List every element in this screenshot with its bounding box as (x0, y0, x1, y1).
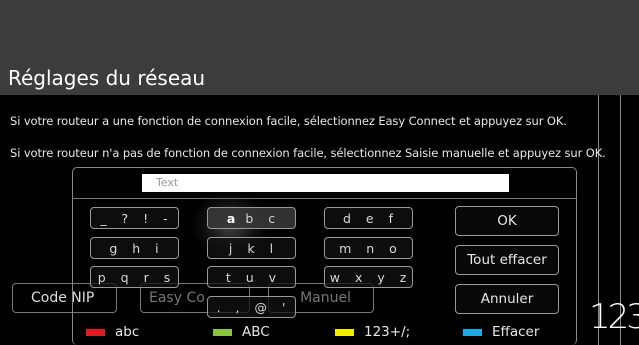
key-abc[interactable]: a b c (207, 207, 296, 229)
text-input[interactable]: Text (142, 174, 509, 192)
key-wxyz[interactable]: w x y z (324, 266, 413, 288)
legend-label: abc (115, 324, 140, 340)
divider (72, 198, 577, 199)
corner-number: 123 (589, 297, 639, 337)
legend-label: ABC (242, 324, 270, 340)
legend-blue: Effacer (463, 324, 539, 340)
key-ghi[interactable]: g h i (90, 237, 179, 259)
key-mno[interactable]: m n o (324, 237, 413, 259)
key-symbols[interactable]: _ ? ! - (90, 207, 179, 229)
ok-button[interactable]: OK (455, 206, 559, 236)
key-def[interactable]: d e f (324, 207, 413, 229)
cancel-button[interactable]: Annuler (455, 284, 559, 314)
page-title: Réglages du réseau (8, 66, 206, 90)
legend-label: Effacer (492, 324, 540, 340)
key-jkl[interactable]: j k l (207, 237, 296, 259)
legend-green: ABC (213, 324, 270, 340)
clear-all-button[interactable]: Tout effacer (455, 245, 559, 275)
selected-letter: a (226, 210, 237, 226)
instruction-text: Si votre routeur a une fonction de conne… (10, 114, 567, 128)
legend-label: 123+/; (364, 324, 411, 340)
legend-yellow: 123+/; (335, 324, 410, 340)
yellow-key-icon (335, 328, 354, 336)
blue-key-icon (463, 328, 482, 336)
green-key-icon (213, 328, 232, 336)
key-label: b c (245, 210, 277, 226)
key-punctuation[interactable]: . , @ ' (207, 296, 296, 318)
key-pqrs[interactable]: p q r s (90, 266, 179, 288)
red-key-icon (86, 328, 105, 336)
key-tuv[interactable]: t u v (207, 266, 296, 288)
instruction-text: Si votre routeur n'a pas de fonction de … (10, 146, 606, 160)
legend-red: abc (86, 324, 139, 340)
